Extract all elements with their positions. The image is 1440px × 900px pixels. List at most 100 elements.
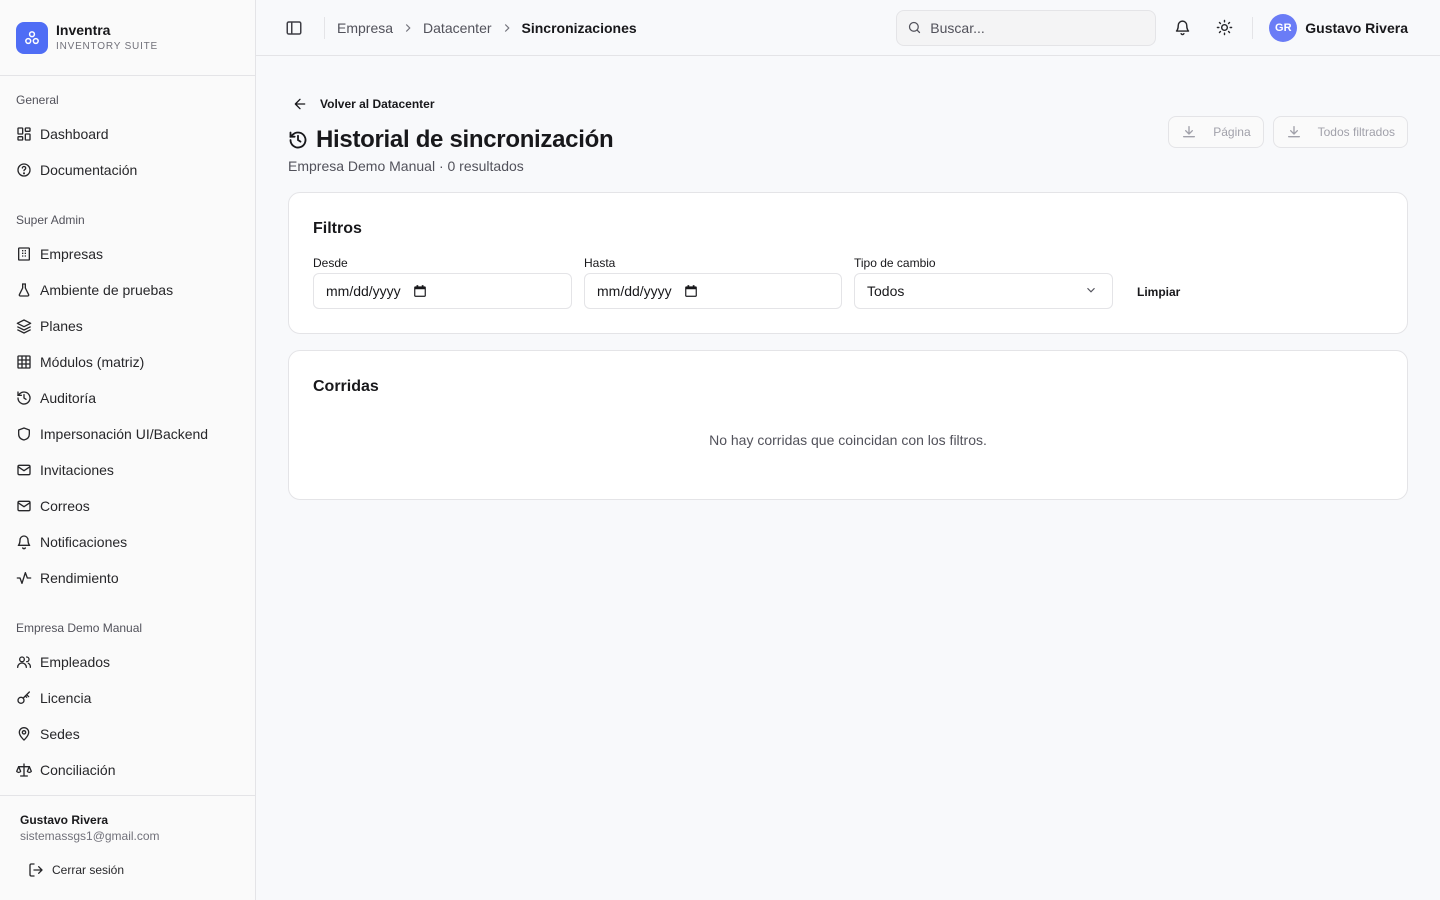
- sidebar-item-label: Licencia: [40, 690, 92, 706]
- calendar-icon[interactable]: [413, 284, 427, 298]
- export-page-label: Página: [1213, 125, 1251, 139]
- sidebar-item-modulos[interactable]: Módulos (matriz): [8, 344, 247, 380]
- sidebar-item-label: Conciliación: [40, 762, 116, 778]
- sidebar-item-licencia[interactable]: Licencia: [8, 680, 247, 716]
- search-input[interactable]: Buscar...: [896, 9, 1157, 46]
- breadcrumb: Empresa Datacenter Sincronizaciones: [337, 20, 637, 36]
- key-icon: [16, 690, 32, 706]
- nav-section-empresa: Empresa Demo Manual: [16, 621, 143, 635]
- chevron-down-icon: [1084, 283, 1098, 300]
- sidebar-item-empresas[interactable]: Empresas: [8, 236, 247, 272]
- sidebar-item-documentacion[interactable]: Documentación: [8, 152, 247, 188]
- help-circle-icon: [16, 162, 32, 178]
- from-label: Desde: [313, 256, 348, 270]
- filters-card: Filtros Desde mm/dd/yyyy Hasta mm/dd/yyy…: [288, 192, 1408, 334]
- dashboard-icon: [16, 126, 32, 142]
- sidebar-toggle-button[interactable]: [284, 18, 304, 38]
- nav-section-super-admin: Super Admin: [16, 213, 85, 227]
- from-field: Desde mm/dd/yyyy: [313, 255, 572, 309]
- to-date-input[interactable]: mm/dd/yyyy: [584, 273, 842, 309]
- calendar-icon[interactable]: [684, 284, 698, 298]
- building-icon: [16, 246, 32, 262]
- sun-icon: [1216, 19, 1233, 36]
- page-subtitle: Empresa Demo Manual · 0 resultados: [288, 158, 524, 174]
- sidebar-item-dashboard[interactable]: Dashboard: [8, 116, 247, 152]
- sidebar-item-auditoria[interactable]: Auditoría: [8, 380, 247, 416]
- logout-button[interactable]: Cerrar sesión: [20, 858, 235, 882]
- sidebar-item-correos[interactable]: Correos: [8, 488, 247, 524]
- arrow-left-icon: [292, 96, 308, 112]
- scale-icon: [16, 762, 32, 778]
- sidebar-item-label: Documentación: [40, 162, 138, 178]
- nav-section-general: General: [16, 93, 59, 107]
- from-date-input[interactable]: mm/dd/yyyy: [313, 273, 572, 309]
- page-title: Historial de sincronización: [316, 126, 614, 153]
- brand[interactable]: Inventra INVENTORY SUITE: [0, 0, 255, 76]
- sidebar-item-rendimiento[interactable]: Rendimiento: [8, 560, 247, 596]
- sidebar-item-label: Sedes: [40, 726, 80, 742]
- change-type-value: Todos: [867, 283, 905, 299]
- breadcrumb-datacenter[interactable]: Datacenter: [423, 20, 491, 36]
- sidebar-item-sedes[interactable]: Sedes: [8, 716, 247, 752]
- sidebar-item-label: Empleados: [40, 654, 111, 670]
- sidebar-item-impersonacion[interactable]: Impersonación UI/Backend: [8, 416, 247, 452]
- filters-title: Filtros: [313, 220, 362, 237]
- logout-label: Cerrar sesión: [52, 863, 125, 877]
- history-icon: [288, 130, 308, 150]
- sidebar-item-label: Correos: [40, 498, 90, 514]
- table-icon: [16, 354, 32, 370]
- from-date-value: mm/dd/yyyy: [326, 283, 401, 299]
- activity-icon: [16, 570, 32, 586]
- download-icon: [1286, 124, 1302, 140]
- breadcrumb-empresa[interactable]: Empresa: [337, 20, 393, 36]
- sidebar-item-label: Empresas: [40, 246, 104, 262]
- logout-icon: [28, 862, 44, 878]
- avatar[interactable]: GR: [1269, 13, 1298, 42]
- history-icon: [16, 390, 32, 406]
- shield-icon: [16, 426, 32, 442]
- footer-user-email: sistemassgs1@gmail.com: [20, 829, 160, 843]
- sidebar-item-planes[interactable]: Planes: [8, 308, 247, 344]
- sidebar-item-label: Dashboard: [40, 126, 109, 142]
- users-icon: [16, 654, 32, 670]
- sidebar: Inventra INVENTORY SUITE General Dashboa…: [0, 0, 256, 900]
- panel-left-icon: [286, 20, 302, 35]
- empty-state-message: No hay corridas que coincidan con los fi…: [709, 432, 987, 448]
- mail-icon: [16, 462, 32, 478]
- back-link[interactable]: Volver al Datacenter: [292, 96, 435, 112]
- sidebar-item-label: Planes: [40, 318, 83, 334]
- clear-filters-button[interactable]: Limpiar: [1137, 285, 1180, 299]
- export-all-button[interactable]: Todos filtrados: [1272, 116, 1408, 148]
- brand-subtitle: INVENTORY SUITE: [56, 40, 159, 52]
- sidebar-item-label: Notificaciones: [40, 534, 128, 550]
- sidebar-item-label: Rendimiento: [40, 570, 119, 586]
- search-placeholder: Buscar...: [930, 19, 985, 36]
- brand-name: Inventra: [56, 21, 111, 38]
- bell-icon: [1175, 20, 1190, 36]
- sidebar-item-notificaciones[interactable]: Notificaciones: [8, 524, 247, 560]
- brand-logo-icon: [16, 21, 48, 54]
- sidebar-item-conciliacion[interactable]: Conciliación: [8, 752, 247, 788]
- sidebar-item-label: Ambiente de pruebas: [40, 282, 174, 298]
- change-type-select[interactable]: Todos: [854, 273, 1113, 309]
- to-date-value: mm/dd/yyyy: [597, 283, 672, 299]
- sidebar-item-ambiente-pruebas[interactable]: Ambiente de pruebas: [8, 272, 247, 308]
- sidebar-item-label: Auditoría: [40, 390, 97, 406]
- notifications-button[interactable]: [1166, 12, 1198, 44]
- flask-icon: [16, 282, 32, 298]
- sidebar-item-empleados[interactable]: Empleados: [8, 644, 247, 680]
- type-label: Tipo de cambio: [854, 256, 936, 270]
- footer-user-name: Gustavo Rivera: [20, 813, 109, 827]
- type-field: Tipo de cambio Todos: [854, 255, 1113, 309]
- header-user-name[interactable]: Gustavo Rivera: [1305, 20, 1408, 36]
- sidebar-nav: General Dashboard Documentación Super Ad…: [0, 76, 255, 788]
- sidebar-item-label: Módulos (matriz): [40, 354, 145, 370]
- sidebar-item-label: Invitaciones: [40, 462, 114, 478]
- chevron-right-icon: [500, 21, 514, 35]
- theme-toggle-button[interactable]: [1208, 12, 1240, 44]
- export-all-label: Todos filtrados: [1317, 125, 1395, 139]
- to-label: Hasta: [584, 256, 616, 270]
- sidebar-item-invitaciones[interactable]: Invitaciones: [8, 452, 247, 488]
- bell-icon: [16, 534, 32, 550]
- export-page-button[interactable]: Página: [1168, 116, 1264, 148]
